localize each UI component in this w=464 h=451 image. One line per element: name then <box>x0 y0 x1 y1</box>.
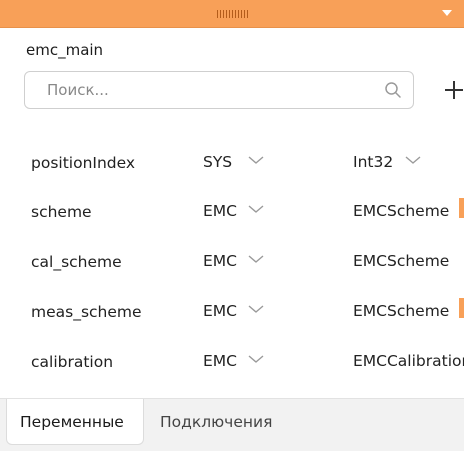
bottom-tab-bar: Переменные Подключения <box>0 398 464 451</box>
type-select[interactable]: EMCCalibration <box>353 352 464 370</box>
search-icon[interactable] <box>384 81 402 99</box>
scope-select[interactable]: EMC <box>203 352 237 370</box>
chevron-down-icon[interactable] <box>248 353 264 365</box>
chevron-down-icon[interactable] <box>248 303 264 315</box>
scope-select[interactable]: SYS <box>203 153 232 171</box>
search-box[interactable] <box>24 71 414 109</box>
variable-name: scheme <box>31 203 92 221</box>
variable-name: cal_scheme <box>31 253 122 271</box>
variable-row[interactable]: positionIndex SYS Int32 <box>0 144 464 184</box>
tab-connections[interactable]: Подключения <box>160 399 272 445</box>
scope-select[interactable]: EMC <box>203 252 237 270</box>
scroll-edge-marker <box>459 298 464 318</box>
variable-row[interactable]: meas_scheme EMC EMCScheme <box>0 293 464 333</box>
scope-select[interactable]: EMC <box>203 202 237 220</box>
panel-title: emc_main <box>26 41 104 59</box>
scroll-edge-marker <box>459 198 464 218</box>
scope-select[interactable]: EMC <box>203 302 237 320</box>
variable-name: meas_scheme <box>31 303 142 321</box>
collapse-caret-icon[interactable] <box>442 10 452 16</box>
variable-name: calibration <box>31 353 114 371</box>
add-icon[interactable] <box>442 78 464 102</box>
variable-name: positionIndex <box>31 154 136 172</box>
top-drag-bar[interactable] <box>0 0 464 28</box>
tab-variables[interactable]: Переменные <box>6 399 144 445</box>
chevron-down-icon[interactable] <box>248 253 264 265</box>
chevron-down-icon[interactable] <box>248 154 264 166</box>
variable-row[interactable]: calibration EMC EMCCalibration <box>0 343 464 383</box>
grip-handle-icon[interactable] <box>212 10 252 18</box>
chevron-down-icon[interactable] <box>405 154 421 166</box>
chevron-down-icon[interactable] <box>248 203 264 215</box>
type-select[interactable]: EMCScheme <box>353 252 464 270</box>
variable-row[interactable]: scheme EMC EMCScheme <box>0 193 464 233</box>
type-select[interactable]: EMCScheme <box>353 202 464 220</box>
search-input[interactable] <box>47 80 377 100</box>
type-select[interactable]: EMCScheme <box>353 302 464 320</box>
variable-row[interactable]: cal_scheme EMC EMCScheme <box>0 243 464 283</box>
